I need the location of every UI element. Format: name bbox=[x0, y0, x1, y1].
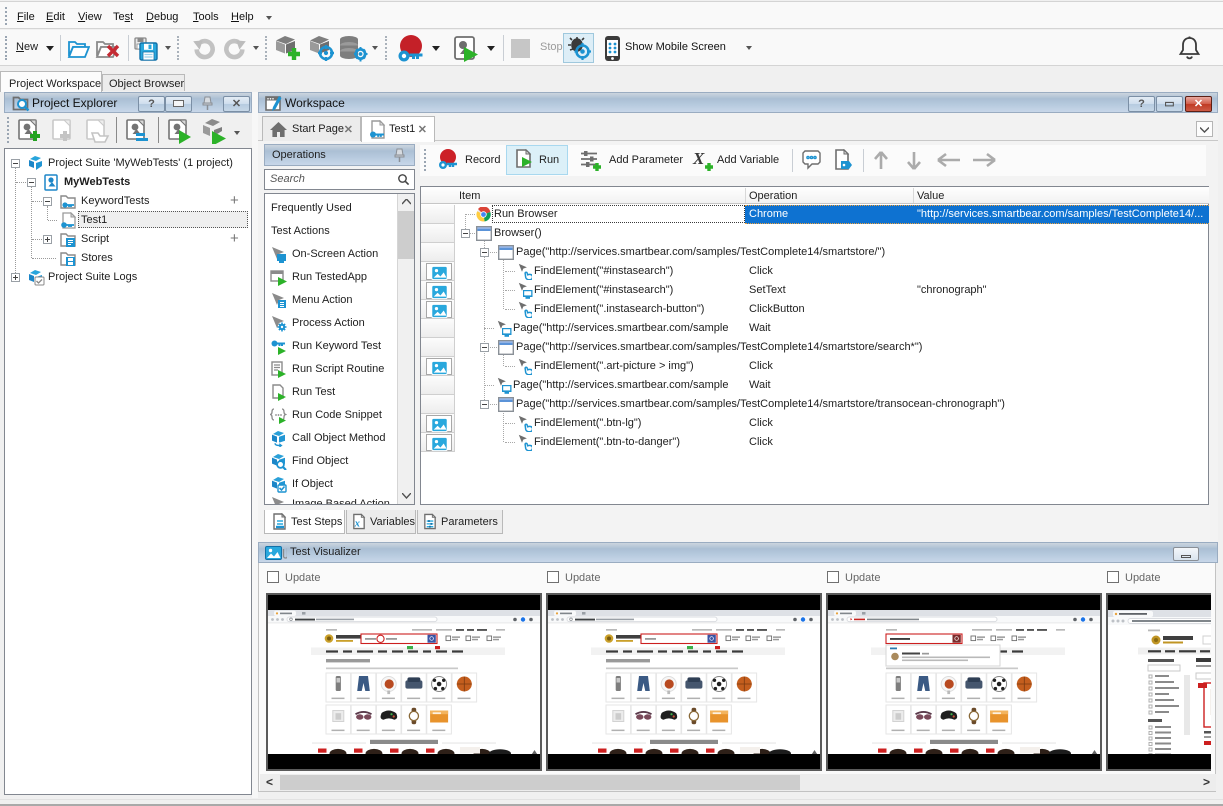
svg-text:X: X bbox=[692, 149, 705, 168]
svg-text:x: x bbox=[354, 519, 360, 530]
